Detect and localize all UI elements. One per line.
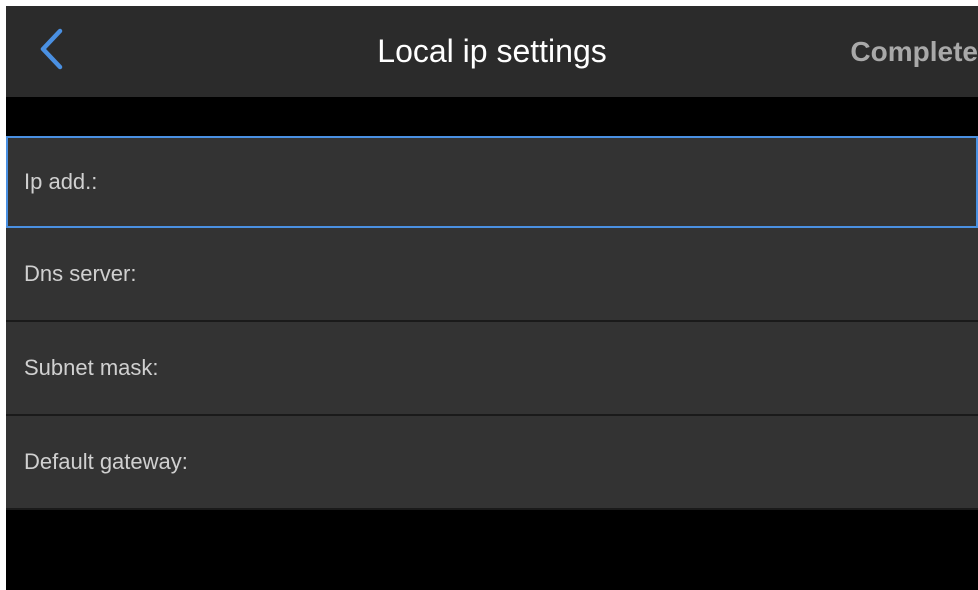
app-header: Local ip settings Complete	[6, 6, 978, 97]
ip-address-label: Ip add.:	[24, 169, 98, 194]
complete-button[interactable]: Complete	[850, 6, 978, 97]
dns-server-label: Dns server:	[24, 261, 137, 286]
subnet-mask-label: Subnet mask:	[24, 355, 159, 380]
page-title: Local ip settings	[377, 33, 607, 69]
dns-server-field[interactable]: Dns server:	[6, 228, 978, 322]
ip-settings-form: Ip add.: Dns server: Subnet mask: Defaul…	[6, 136, 978, 510]
back-button[interactable]	[28, 26, 74, 76]
default-gateway-field[interactable]: Default gateway:	[6, 416, 978, 510]
chevron-left-icon	[38, 28, 64, 75]
ip-address-field[interactable]: Ip add.:	[6, 136, 978, 228]
subnet-mask-field[interactable]: Subnet mask:	[6, 322, 978, 416]
default-gateway-label: Default gateway:	[24, 449, 188, 474]
settings-screen: Local ip settings Complete Ip add.: Dns …	[6, 6, 978, 590]
